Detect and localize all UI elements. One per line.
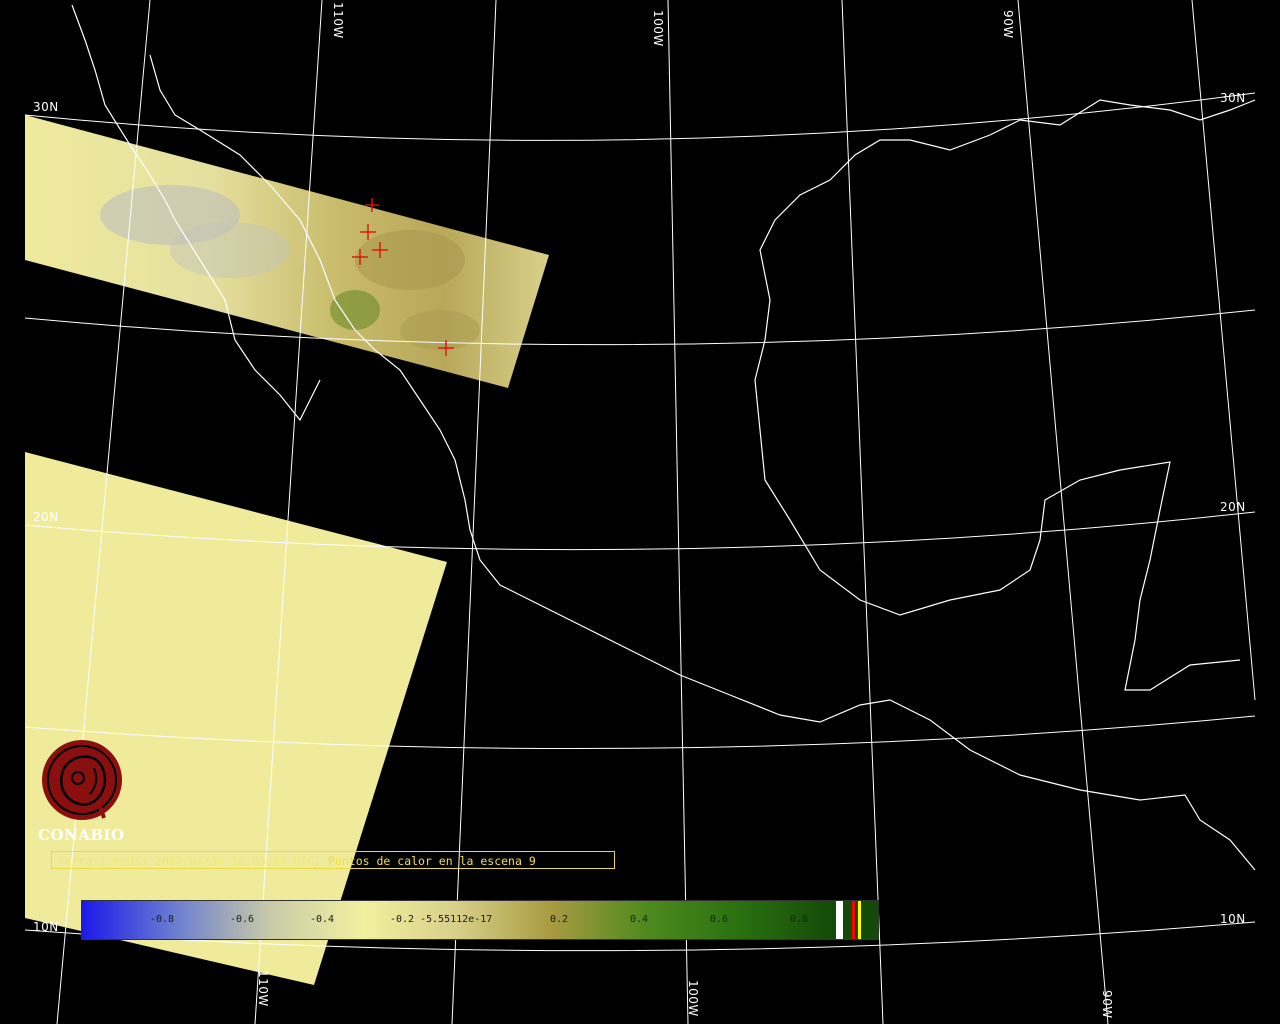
lon-label-top-90w: 90W: [1001, 10, 1015, 39]
conabio-logo-text: CONABIO: [38, 826, 125, 844]
colorbar-tick-label: 0.8: [790, 914, 809, 925]
satellite-swath-north: [25, 115, 549, 388]
colorbar-tick-label: 0.2: [550, 914, 569, 925]
colorbar-tick-label: -0.4: [310, 914, 335, 925]
scene-caption: Terra-1 modis 2007/04/30 18:05:04 UTC, P…: [51, 851, 615, 869]
caption-obscured-text: Terra-1 modis 2007/04/30 18:05:04 UTC: [58, 854, 315, 868]
conabio-logo-icon: [42, 740, 122, 820]
lat-label-right-20n: 20N: [1220, 500, 1246, 514]
colorbar-tick-label: 0.6: [710, 914, 729, 925]
colorbar-end-marker: [836, 901, 843, 939]
colorbar-end-markers: [834, 901, 878, 939]
colorbar-end-marker: [852, 901, 855, 939]
lat-label-right-10n: 10N: [1220, 912, 1246, 926]
ndvi-colorbar: -0.8 -0.6 -0.4 -0.2 -5.55112e-17 0.2 0.4 0.6 0.8: [81, 900, 879, 940]
map-canvas: [24, 0, 1256, 1024]
lon-label-bottom-110w: 110W: [256, 970, 270, 1007]
colorbar-tick-label: -5.55112e-17: [420, 914, 493, 925]
lat-label-left-10n: 10N: [33, 920, 59, 934]
caption-text: , Puntos de calor en la escena 9: [314, 854, 536, 868]
lat-label-left-30n: 30N: [33, 100, 59, 114]
lon-label-bottom-100w: 100W: [686, 980, 700, 1017]
colorbar-tick-label: -0.2: [390, 914, 415, 925]
lon-label-top-110w: 110W: [331, 2, 345, 39]
colorbar-tick-label: -0.6: [230, 914, 255, 925]
lat-label-right-30n: 30N: [1220, 91, 1246, 105]
lon-label-top-100w: 100W: [651, 10, 665, 47]
lon-label-bottom-90w: 90W: [1100, 990, 1114, 1019]
colorbar-end-marker: [858, 901, 861, 939]
conabio-logo: CONABIO: [38, 738, 130, 844]
colorbar-tick-label: -0.8: [150, 914, 175, 925]
colorbar-tick-label: 0.4: [630, 914, 649, 925]
lat-label-left-20n: 20N: [33, 510, 59, 524]
